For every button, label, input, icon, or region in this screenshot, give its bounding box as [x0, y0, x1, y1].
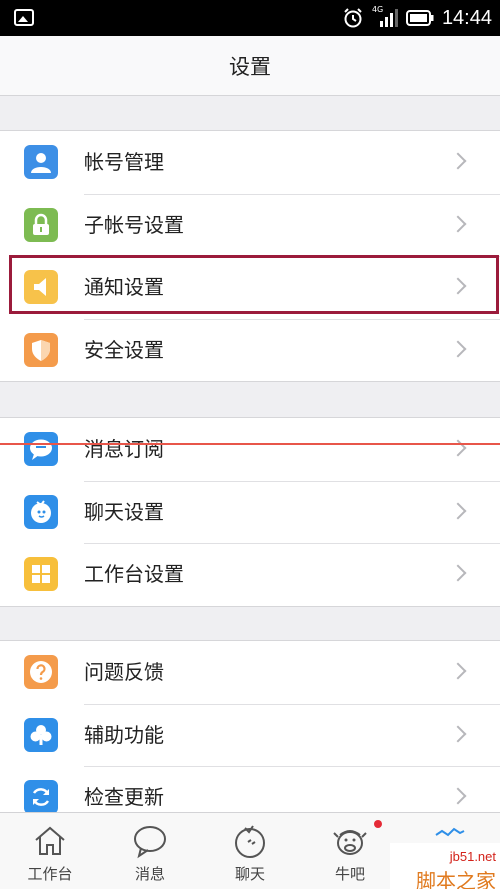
settings-item-sub-account[interactable]: 子帐号设置	[0, 193, 500, 257]
settings-item-label: 辅助功能	[84, 722, 164, 747]
settings-item-label: 消息订阅	[84, 437, 164, 461]
settings-item-chat[interactable]: 聊天设置	[0, 480, 500, 544]
settings-item-account[interactable]: 帐号管理	[0, 131, 500, 194]
chat-face-icon	[24, 494, 58, 529]
speaker-icon	[24, 270, 58, 304]
network-type: 4G	[371, 5, 384, 14]
settings-item-label: 安全设置	[84, 337, 164, 362]
tab-messages[interactable]: 消息	[100, 813, 200, 889]
settings-group-support: 问题反馈 辅助功能 检查更新	[0, 640, 500, 830]
gallery-notification-icon	[14, 9, 34, 26]
settings-item-label: 子帐号设置	[84, 212, 184, 237]
annotation-line	[0, 443, 500, 445]
watermark: jb51.net 脚本之家	[390, 843, 500, 889]
cow-icon	[333, 830, 367, 855]
page-header: 设置	[0, 36, 500, 96]
tab-label: 工作台	[27, 865, 73, 883]
settings-item-workbench[interactable]: 工作台设置	[0, 543, 500, 606]
status-right: 4G 14:44	[342, 0, 492, 36]
settings-group-messaging: 消息订阅 聊天设置 工作台设置	[0, 417, 500, 607]
tab-label: 消息	[134, 865, 165, 883]
page-title: 设置	[229, 54, 271, 79]
settings-group-account: 帐号管理 子帐号设置 通知设置 安全设置	[0, 130, 500, 382]
status-bar: 4G 14:44	[0, 0, 500, 36]
shield-icon	[24, 332, 58, 367]
grid-icon	[24, 557, 58, 591]
chevron-right-icon	[449, 502, 467, 519]
message-bubble-icon	[24, 432, 58, 466]
chevron-right-icon	[449, 277, 467, 295]
alarm-icon	[344, 8, 362, 28]
settings-item-feedback[interactable]: 问题反馈	[0, 641, 500, 704]
battery-icon	[405, 10, 434, 26]
watermark-brand: 脚本之家	[416, 869, 496, 889]
chevron-right-icon	[449, 215, 467, 232]
clock: 14:44	[441, 6, 492, 29]
chevron-right-icon	[449, 787, 467, 805]
speech-bubble-icon	[134, 826, 166, 859]
tab-workbench[interactable]: 工作台	[0, 813, 100, 889]
chevron-right-icon	[449, 340, 467, 357]
watermark-site: jb51.net	[449, 849, 496, 864]
club-icon	[24, 717, 58, 752]
notification-dot	[374, 820, 382, 828]
chevron-right-icon	[449, 725, 467, 742]
chat-icon	[235, 825, 265, 858]
person-icon	[24, 145, 58, 179]
settings-item-label: 聊天设置	[84, 499, 164, 524]
settings-item-message-subscription[interactable]: 消息订阅	[0, 418, 500, 481]
settings-item-label: 工作台设置	[84, 562, 184, 586]
chevron-right-icon	[449, 662, 467, 680]
tab-label: 牛吧	[334, 865, 365, 883]
lock-icon	[24, 207, 58, 242]
settings-item-label: 通知设置	[84, 275, 164, 299]
tab-niuba[interactable]: 牛吧	[300, 813, 400, 889]
refresh-icon	[24, 780, 58, 814]
settings-item-notification[interactable]: 通知设置	[0, 256, 500, 319]
question-icon	[24, 655, 58, 689]
chevron-right-icon	[449, 152, 467, 170]
tab-label: 聊天	[234, 865, 265, 883]
settings-item-security[interactable]: 安全设置	[0, 318, 500, 382]
settings-item-accessibility[interactable]: 辅助功能	[0, 703, 500, 767]
settings-item-label: 帐号管理	[84, 150, 164, 174]
tab-chat[interactable]: 聊天	[200, 813, 300, 889]
chevron-right-icon	[449, 564, 467, 582]
signal-icon: 4G	[371, 5, 398, 29]
settings-item-label: 问题反馈	[84, 660, 164, 684]
house-icon	[35, 826, 65, 855]
